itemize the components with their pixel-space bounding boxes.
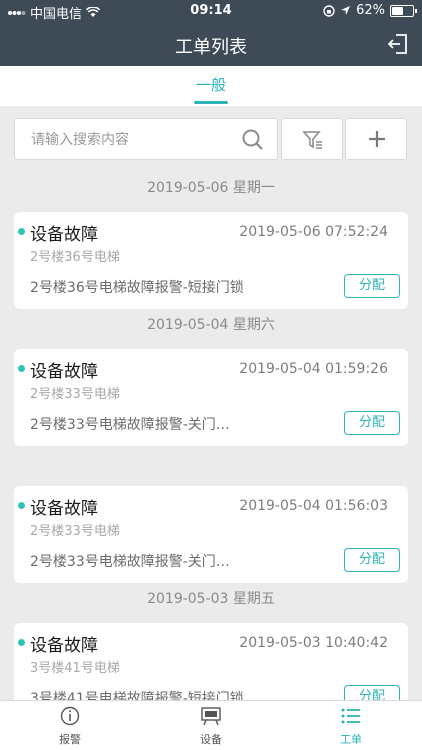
battery-icon xyxy=(390,4,417,17)
tab-bar: 一般 xyxy=(0,66,422,106)
bottom-tab-workorder[interactable]: 工单 xyxy=(311,706,391,747)
item-title: 设备故障 xyxy=(30,362,98,382)
page-title: 工单列表 xyxy=(175,37,247,58)
date-separator: 2019-05-06 星期一 xyxy=(147,180,275,196)
assign-button[interactable]: 分配 xyxy=(344,548,400,572)
bottom-tab-bar: 报警 设备 工单 xyxy=(0,700,422,750)
add-button[interactable] xyxy=(345,118,407,160)
item-location: 2号楼36号电梯 xyxy=(30,250,120,265)
item-time: 2019-05-06 07:52:24 xyxy=(239,224,388,240)
status-dot xyxy=(18,365,25,372)
item-description: 2号楼33号电梯故障报警-关门… xyxy=(30,417,230,433)
item-time: 2019-05-04 01:59:26 xyxy=(239,361,388,377)
list-icon xyxy=(341,708,360,724)
assign-button[interactable]: 分配 xyxy=(344,411,400,435)
bottom-tab-device[interactable]: 设备 xyxy=(171,706,251,747)
item-location: 3号楼41号电梯 xyxy=(30,661,120,676)
status-dot xyxy=(18,502,25,509)
date-separator: 2019-05-03 星期五 xyxy=(147,591,275,607)
item-title: 设备故障 xyxy=(30,225,98,245)
logout-icon[interactable] xyxy=(386,32,410,56)
info-icon xyxy=(60,706,80,726)
tab-indicator xyxy=(194,101,228,104)
status-dot xyxy=(18,639,25,646)
item-description: 2号楼36号电梯故障报警-短接门锁 xyxy=(30,280,244,296)
item-title: 设备故障 xyxy=(30,499,98,519)
list-item[interactable]: 设备故障 2019-05-04 01:59:26 2号楼33号电梯 2号楼33号… xyxy=(14,349,408,446)
item-time: 2019-05-04 01:56:03 xyxy=(239,498,388,514)
item-location: 2号楼33号电梯 xyxy=(30,524,120,539)
filter-button[interactable] xyxy=(281,118,343,160)
search-input[interactable] xyxy=(29,129,233,151)
item-location: 2号楼33号电梯 xyxy=(30,387,120,402)
status-bar: 中国电信 09:14 62% xyxy=(0,0,422,22)
bottom-tab-alarm[interactable]: 报警 xyxy=(30,706,110,747)
search-box[interactable] xyxy=(14,118,278,160)
item-title: 设备故障 xyxy=(30,636,98,656)
tab-general[interactable]: 一般 xyxy=(186,74,236,95)
location-icon xyxy=(341,6,351,15)
assign-button[interactable]: 分配 xyxy=(344,274,400,298)
rotation-lock-icon xyxy=(323,4,335,17)
search-icon[interactable] xyxy=(241,128,265,152)
date-separator: 2019-05-04 星期六 xyxy=(147,317,275,333)
nav-bar: 工单列表 xyxy=(0,22,422,66)
plus-icon xyxy=(369,131,385,147)
bottom-tab-label: 工单 xyxy=(340,733,362,746)
device-icon xyxy=(201,707,221,726)
item-time: 2019-05-03 10:40:42 xyxy=(239,635,388,651)
bottom-tab-label: 设备 xyxy=(200,733,222,746)
filter-icon xyxy=(302,131,322,149)
list-item[interactable]: 设备故障 2019-05-06 07:52:24 2号楼36号电梯 2号楼36号… xyxy=(14,212,408,309)
list-item[interactable]: 设备故障 2019-05-04 01:56:03 2号楼33号电梯 2号楼33号… xyxy=(14,486,408,583)
battery-percent: 62% xyxy=(356,3,385,18)
bottom-tab-label: 报警 xyxy=(59,733,81,746)
status-dot xyxy=(18,228,25,235)
item-description: 2号楼33号电梯故障报警-关门… xyxy=(30,554,230,570)
